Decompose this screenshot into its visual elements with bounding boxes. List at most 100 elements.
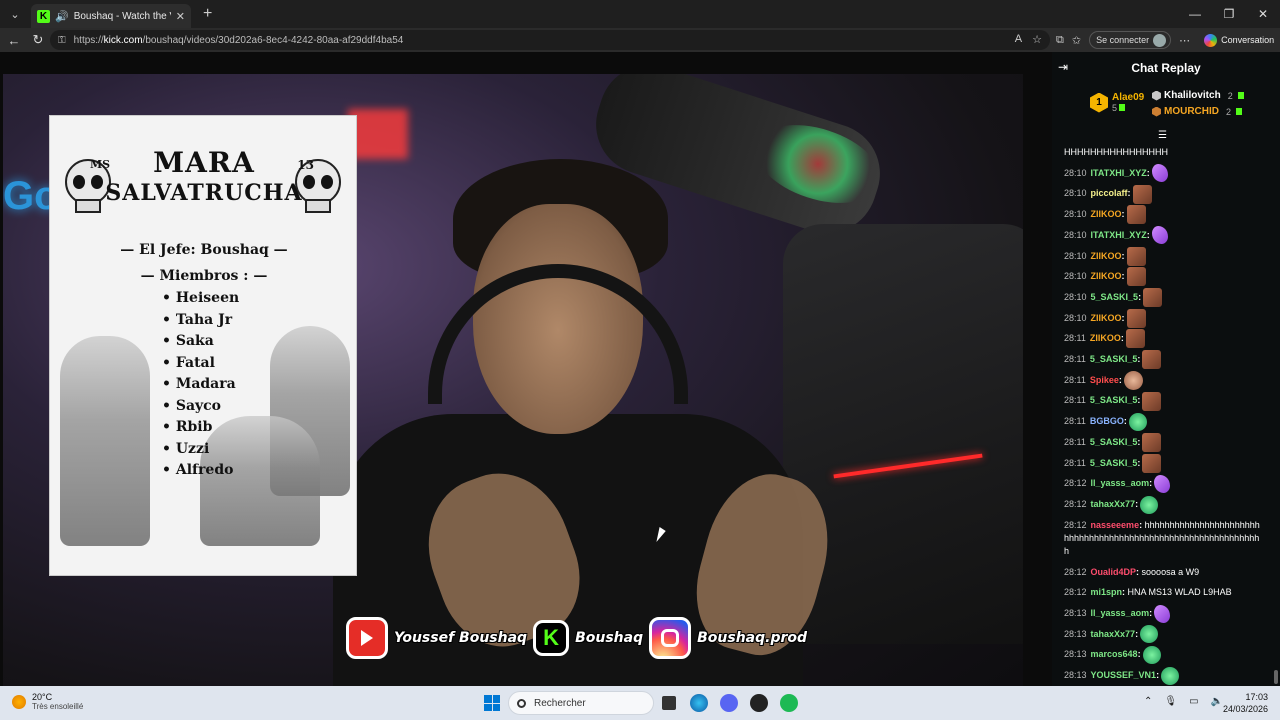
clock[interactable]: 17:03 24/03/2026	[1223, 691, 1268, 715]
chat-message[interactable]: 28:11 5_SASKI_5:	[1064, 349, 1276, 370]
message-username[interactable]: ZIIKOO	[1090, 333, 1121, 343]
back-button[interactable]: ←	[2, 33, 26, 48]
video-frame[interactable]: Go MS 13 MARA SALVATRUCHA — El Jefe: Bou…	[3, 74, 1023, 716]
chat-message[interactable]: 28:10 ZIIKOO:	[1064, 246, 1276, 267]
more-options-icon[interactable]: ⋯	[1179, 34, 1190, 47]
leaderboard-first[interactable]: 1 Alae09 5	[1090, 92, 1144, 113]
message-username[interactable]: ZIIKOO	[1091, 251, 1122, 261]
chat-message[interactable]: 28:11 ZIIKOO:	[1064, 328, 1276, 349]
chat-message[interactable]: 28:12 ll_yasss_aom:	[1064, 473, 1276, 494]
expand-leaderboard-icon[interactable]: ☰	[1158, 130, 1167, 141]
message-username[interactable]: marcos648	[1091, 649, 1138, 659]
task-view-icon[interactable]	[662, 696, 676, 710]
message-username[interactable]: 5_SASKI_5	[1091, 292, 1139, 302]
window-close-button[interactable]: ✕	[1246, 0, 1280, 28]
chat-message[interactable]: 28:12 Oualid4DP: soooosa a W9	[1064, 562, 1276, 583]
message-username[interactable]: YOUSSEF_VN1	[1091, 670, 1157, 680]
youtube-handle: Youssef Boushaq	[394, 630, 528, 646]
collapse-chat-icon[interactable]: ⇥	[1058, 60, 1068, 74]
read-aloud-icon[interactable]: A	[1015, 33, 1022, 46]
tray-overflow-icon[interactable]: ⌃	[1144, 696, 1152, 707]
message-username[interactable]: piccolaff	[1091, 188, 1128, 198]
chat-message[interactable]: 28:10 ITATXHI_XYZ:	[1064, 225, 1276, 246]
refresh-button[interactable]: ↻	[26, 32, 50, 48]
chat-message[interactable]: 28:13 YOUSSEF_VN1:	[1064, 665, 1276, 686]
chat-message[interactable]: 28:11 BGBGO:	[1064, 411, 1276, 432]
message-separator: :	[1139, 519, 1143, 530]
chat-message[interactable]: 28:12 mi1spn: HNA MS13 WLAD L9HAB	[1064, 582, 1276, 603]
chat-message[interactable]: 28:11 Spikee:	[1064, 370, 1276, 391]
chat-message[interactable]: 28:10 ZIIKOO:	[1064, 266, 1276, 287]
tab-actions-menu[interactable]: ⌄	[3, 4, 27, 24]
audio-playing-icon[interactable]: 🔊	[55, 10, 69, 23]
chat-message[interactable]: 28:13 ll_yasss_aom:	[1064, 603, 1276, 624]
message-username[interactable]: ZIIKOO	[1091, 271, 1122, 281]
message-username[interactable]: ZIIKOO	[1091, 209, 1122, 219]
chat-message[interactable]: 28:11 5_SASKI_5:	[1064, 432, 1276, 453]
chat-scrollbar[interactable]	[1274, 670, 1278, 684]
message-username[interactable]: BGBGO	[1090, 416, 1124, 426]
spotify-icon[interactable]	[780, 694, 798, 712]
leaderboard-third[interactable]: MOURCHID 2	[1152, 106, 1243, 117]
gang-poster: MS 13 MARA SALVATRUCHA — El Jefe: Bousha…	[49, 115, 357, 576]
sign-in-button[interactable]: Se connecter	[1089, 31, 1172, 49]
copilot-conversation-button[interactable]: Conversation	[1204, 33, 1274, 47]
message-username[interactable]: 5_SASKI_5	[1090, 458, 1138, 468]
message-username[interactable]: ITATXHI_XYZ	[1091, 168, 1147, 178]
message-time: 28:11	[1064, 416, 1086, 427]
tab-kick[interactable]: K 🔊 Boushaq - Watch the VOD on ✕	[31, 4, 191, 28]
app-icon[interactable]	[750, 694, 768, 712]
message-username[interactable]: ll_yasss_aom	[1091, 608, 1150, 618]
chat-message[interactable]: 28:10 5_SASKI_5:	[1064, 287, 1276, 308]
leaderboard-second[interactable]: Khalilovitch 2	[1152, 90, 1244, 101]
chat-message[interactable]: 28:10 piccolaff:	[1064, 183, 1276, 204]
message-username[interactable]: ITATXHI_XYZ	[1091, 230, 1147, 240]
message-username[interactable]: 5_SASKI_5	[1090, 354, 1138, 364]
extensions-icon[interactable]: ⧉	[1056, 34, 1064, 47]
chat-message[interactable]: 28:12 tahaxXx77:	[1064, 494, 1276, 515]
start-button[interactable]	[484, 695, 500, 711]
minimize-button[interactable]: —	[1178, 0, 1212, 28]
chat-message[interactable]: HHHHHHHHHHHHHHHH	[1064, 142, 1276, 163]
chat-message[interactable]: 28:10 ZIIKOO:	[1064, 308, 1276, 329]
message-username[interactable]: nasseeeme	[1091, 520, 1140, 530]
chat-message[interactable]: 28:11 5_SASKI_5:	[1064, 390, 1276, 411]
volume-icon[interactable]: 🔈	[1211, 696, 1223, 707]
discord-icon[interactable]	[720, 694, 738, 712]
new-tab-button[interactable]: +	[203, 5, 212, 23]
video-player[interactable]: Go MS 13 MARA SALVATRUCHA — El Jefe: Bou…	[0, 52, 1052, 716]
chat-message[interactable]: 28:13 marcos648:	[1064, 644, 1276, 665]
tab-close-icon[interactable]: ✕	[176, 10, 185, 23]
chat-message[interactable]: 28:11 5_SASKI_5:	[1064, 453, 1276, 474]
message-username[interactable]: ZIIKOO	[1091, 313, 1122, 323]
edge-icon[interactable]	[690, 694, 708, 712]
network-icon[interactable]: ▭	[1189, 696, 1198, 707]
maximize-button[interactable]: ❐	[1212, 0, 1246, 28]
site-info-icon[interactable]: ⚿	[58, 35, 66, 46]
poster-jefe: — El Jefe: Boushaq —	[120, 242, 288, 258]
message-username[interactable]: Oualid4DP	[1091, 567, 1137, 577]
url-field[interactable]: ⚿ https://kick.com/boushaq/videos/30d202…	[50, 30, 1050, 50]
message-time: 28:13	[1064, 628, 1087, 639]
favorite-star-icon[interactable]: ☆	[1032, 33, 1042, 46]
message-time: 28:10	[1064, 271, 1087, 282]
message-username[interactable]: ll_yasss_aom	[1091, 478, 1150, 488]
chat-message[interactable]: 28:10 ITATXHI_XYZ:	[1064, 163, 1276, 184]
chat-message[interactable]: 28:12 nasseeeme: hhhhhhhhhhhhhhhhhhhhhhhh…	[1064, 515, 1264, 562]
message-username[interactable]: mi1spn	[1091, 587, 1123, 597]
favorites-icon[interactable]: ✩	[1072, 34, 1081, 47]
message-username[interactable]: Spikee	[1090, 375, 1119, 385]
system-tray: ⌃ 🎙 ▭ 🔈	[1144, 696, 1223, 707]
chat-message-list[interactable]: HHHHHHHHHHHHHHHH 28:10 ITATXHI_XYZ: 28:10 pi…	[1052, 142, 1276, 686]
face-emote-icon	[1123, 370, 1143, 390]
chat-message[interactable]: 28:10 ZIIKOO:	[1064, 204, 1276, 225]
taskbar-search[interactable]: Rechercher	[508, 691, 654, 715]
microphone-icon[interactable]: 🎙	[1164, 696, 1177, 707]
message-username[interactable]: 5_SASKI_5	[1090, 437, 1138, 447]
message-username[interactable]: tahaxXx77	[1091, 629, 1136, 639]
chat-message[interactable]: 28:13 tahaxXx77:	[1064, 624, 1276, 645]
weather-widget[interactable]: 20°C Très ensoleillé	[12, 692, 83, 711]
message-username[interactable]: 5_SASKI_5	[1090, 395, 1138, 405]
poster-member: Uzzi	[162, 439, 239, 461]
message-username[interactable]: tahaxXx77	[1091, 499, 1136, 509]
